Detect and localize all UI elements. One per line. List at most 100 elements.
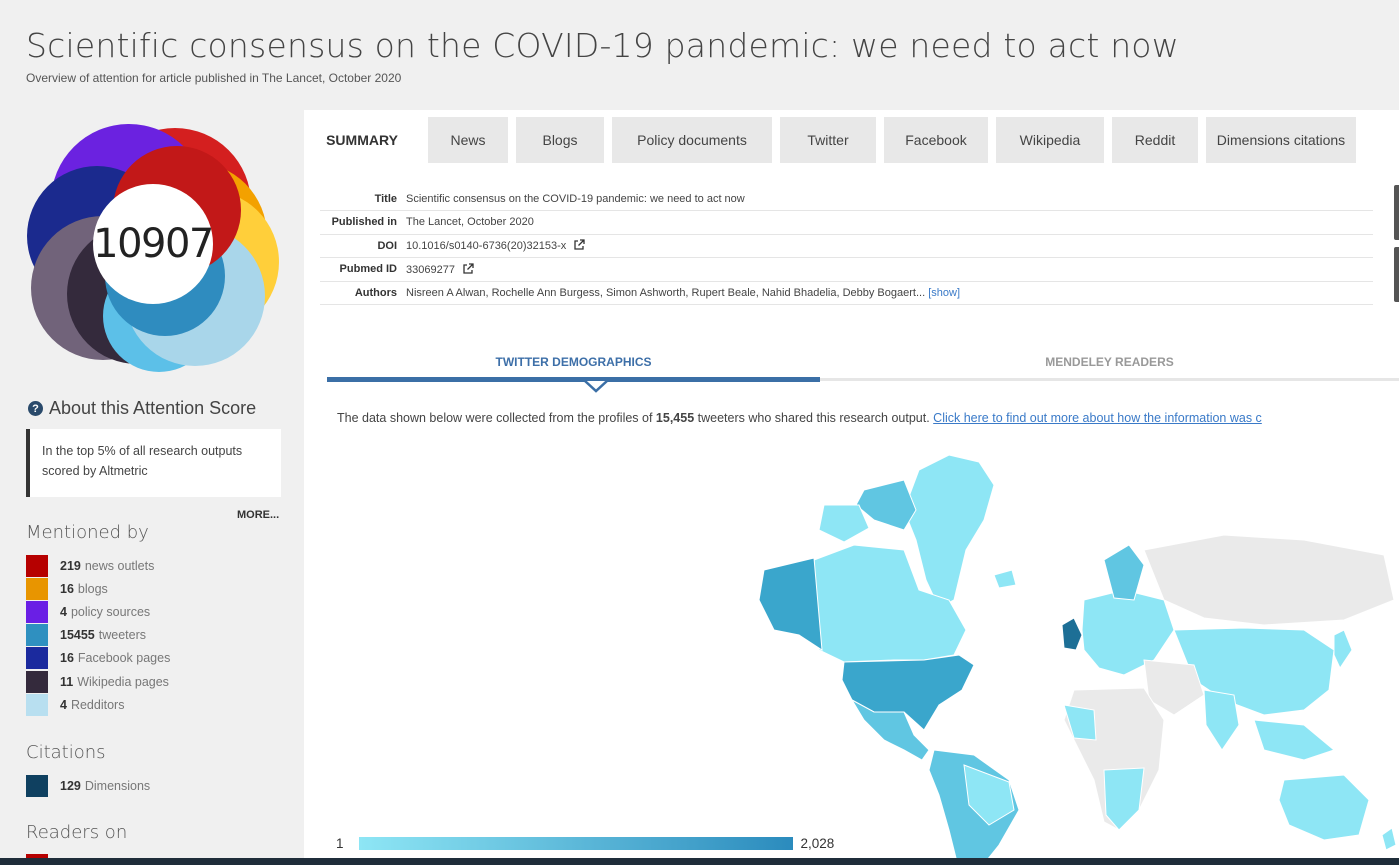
mention-row[interactable]: 4 policy sources	[26, 600, 170, 623]
doi-cell: 10.1016/s0140-6736(20)32153-x	[403, 234, 1373, 258]
mention-label: Wikipedia pages	[77, 674, 169, 689]
attention-score-donut[interactable]: 10907	[25, 116, 281, 372]
mention-swatch	[26, 554, 48, 577]
page-subtitle: Overview of attention for article publis…	[26, 71, 402, 85]
tab-reddit[interactable]: Reddit	[1112, 117, 1198, 163]
mention-swatch	[26, 774, 48, 797]
info-row-title: Title Scientific consensus on the COVID-…	[320, 187, 1373, 211]
legend-min: 1	[336, 836, 344, 851]
map-australia[interactable]	[1278, 774, 1370, 841]
map-scandinavia[interactable]	[1103, 544, 1145, 601]
main-panel: SUMMARY News Blogs Policy documents Twitter F…	[304, 110, 1399, 865]
map-africa-west[interactable]	[1063, 704, 1097, 741]
mention-count: 129	[60, 778, 81, 793]
tab-bar: SUMMARY News Blogs Policy documents Twitter F…	[304, 117, 1356, 163]
title-label: Title	[320, 187, 403, 211]
more-link[interactable]: MORE...	[237, 509, 279, 521]
tab-twitter-demographics[interactable]: TWITTER DEMOGRAPHICS	[327, 347, 820, 377]
authors-label: Authors	[320, 281, 403, 305]
mentioned-by-list: 219 news outlets 16 blogs 4 policy sources 154…	[26, 554, 170, 716]
map-se-asia[interactable]	[1253, 719, 1336, 761]
mention-label: Redditors	[70, 697, 125, 712]
citations-heading: Citations	[26, 742, 106, 763]
world-map[interactable]	[744, 450, 1399, 865]
info-row-doi: DOI 10.1016/s0140-6736(20)32153-x	[320, 234, 1373, 258]
authors-cell: Nisreen A Alwan, Rochelle Ann Burgess, S…	[403, 281, 1373, 305]
mention-row[interactable]: 16 Facebook pages	[26, 647, 170, 670]
scroll-handle[interactable]	[1394, 185, 1399, 240]
map-japan[interactable]	[1333, 629, 1353, 670]
legend-max: 2,028	[800, 836, 835, 851]
pubmed-label: Pubmed ID	[320, 257, 403, 282]
map-asia[interactable]	[1173, 627, 1335, 716]
map-iceland[interactable]	[993, 569, 1017, 589]
mention-label: Facebook pages	[77, 651, 171, 666]
mention-row[interactable]: 16 blogs	[26, 577, 170, 600]
pubmed-cell: 33069277	[403, 257, 1373, 282]
subtab-divider	[820, 378, 1399, 381]
score-rank-box: In the top 5% of all research outputs sc…	[26, 429, 281, 497]
tab-policy-documents[interactable]: Policy documents	[612, 117, 772, 163]
score-rank-text: In the top 5% of all research outputs sc…	[42, 444, 243, 478]
mention-label: tweeters	[98, 628, 147, 643]
attention-score-value: 10907	[93, 221, 214, 267]
readers-heading: Readers on	[26, 822, 128, 843]
map-canada-islands[interactable]	[818, 504, 870, 543]
mention-row[interactable]: 4 Redditors	[26, 693, 170, 716]
mention-swatch	[26, 577, 48, 600]
show-authors-link[interactable]: [show]	[928, 287, 960, 299]
published-value: The Lancet, October 2020	[403, 210, 1373, 235]
doi-link[interactable]: 10.1016/s0140-6736(20)32153-x	[406, 240, 566, 252]
desc-suffix: tweeters who shared this research output…	[694, 411, 934, 425]
mention-swatch	[26, 600, 48, 623]
mentioned-by-heading: Mentioned by	[26, 522, 149, 543]
map-russia[interactable]	[1143, 534, 1395, 626]
doi-label: DOI	[320, 234, 403, 258]
title-value: Scientific consensus on the COVID-19 pan…	[403, 187, 1373, 211]
published-label: Published in	[320, 210, 403, 235]
about-attention-score[interactable]: ? About this Attention Score	[28, 398, 256, 419]
pubmed-link[interactable]: 33069277	[406, 264, 455, 276]
mention-label: news outlets	[84, 558, 155, 573]
map-usa[interactable]	[841, 654, 975, 731]
mention-swatch	[26, 693, 48, 716]
tab-mendeley-readers[interactable]: MENDELEY READERS	[820, 347, 1399, 377]
info-row-published: Published in The Lancet, October 2020	[320, 210, 1373, 235]
map-india[interactable]	[1203, 689, 1240, 751]
tab-wikipedia[interactable]: Wikipedia	[996, 117, 1104, 163]
map-alaska[interactable]	[758, 557, 823, 651]
score-circle: 10907	[93, 184, 214, 304]
bottom-strip	[0, 858, 1399, 865]
info-link[interactable]: Click here to find out more about how th…	[933, 411, 1262, 425]
mention-label: blogs	[77, 581, 108, 596]
caret-down-icon	[584, 381, 608, 393]
mention-swatch	[26, 624, 48, 647]
scroll-handle[interactable]	[1394, 247, 1399, 302]
map-legend: 1 2,028	[336, 836, 834, 851]
demographics-subtabs: TWITTER DEMOGRAPHICS MENDELEY READERS	[327, 347, 1399, 393]
tab-facebook[interactable]: Facebook	[884, 117, 988, 163]
left-sidebar: 10907 ? About this Attention Score In th…	[0, 110, 303, 865]
tab-twitter[interactable]: Twitter	[780, 117, 876, 163]
mention-row[interactable]: 11 Wikipedia pages	[26, 670, 170, 693]
mention-row[interactable]: 15455 tweeters	[26, 624, 170, 647]
tab-summary[interactable]: SUMMARY	[304, 117, 420, 163]
about-label: About this Attention Score	[49, 398, 257, 418]
map-new-zealand[interactable]	[1381, 827, 1397, 851]
mention-row[interactable]: 219 news outlets	[26, 554, 170, 577]
mention-count: 16	[60, 651, 74, 666]
mention-count: 219	[60, 558, 81, 573]
authors-value: Nisreen A Alwan, Rochelle Ann Burgess, S…	[406, 286, 926, 299]
tab-blogs[interactable]: Blogs	[516, 117, 604, 163]
map-uk[interactable]	[1061, 617, 1083, 651]
external-link-icon[interactable]	[573, 239, 585, 251]
external-link-icon[interactable]	[462, 263, 474, 275]
mention-count: 16	[60, 581, 74, 596]
mention-row[interactable]: 129 Dimensions	[26, 774, 150, 797]
mention-count: 15455	[60, 628, 95, 643]
info-row-authors: Authors Nisreen A Alwan, Rochelle Ann Bu…	[320, 281, 1373, 305]
article-info-table: Title Scientific consensus on the COVID-…	[320, 187, 1373, 305]
tab-news[interactable]: News	[428, 117, 508, 163]
tab-dimensions-citations[interactable]: Dimensions citations	[1206, 117, 1356, 163]
mention-swatch	[26, 670, 48, 693]
